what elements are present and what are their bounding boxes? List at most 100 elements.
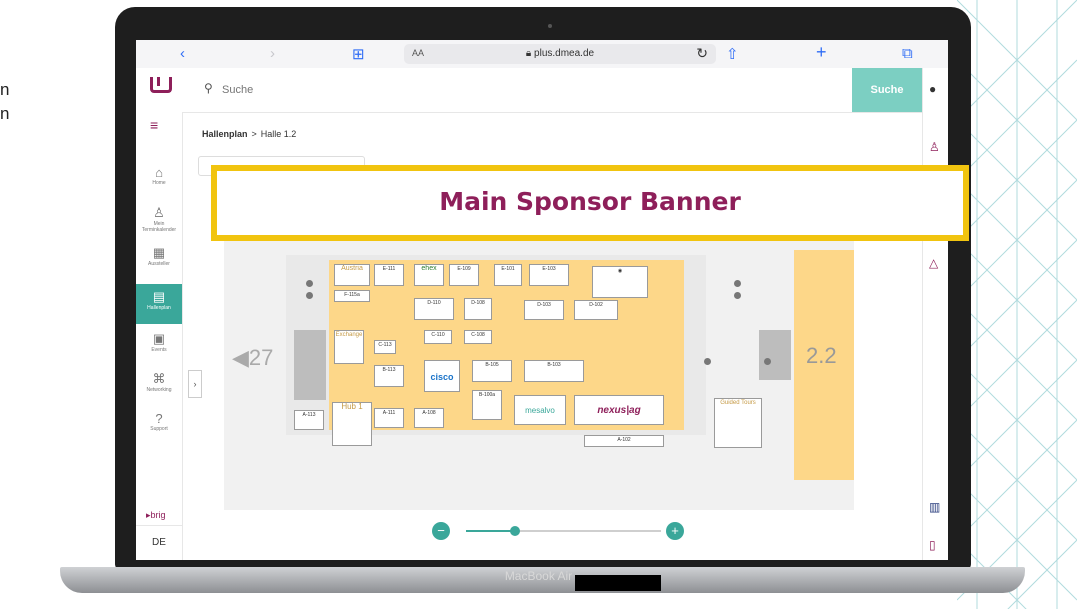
tabs-icon[interactable]: ⧉ (902, 45, 913, 62)
booth[interactable]: B-105 (472, 360, 512, 382)
exhibitor-icon: ▦ (152, 245, 166, 260)
zoom-slider-handle[interactable] (510, 526, 520, 536)
booth[interactable]: B-103 (524, 360, 584, 382)
breadcrumb-root[interactable]: Hallenplan (202, 129, 248, 139)
bell-icon[interactable]: △ (929, 256, 938, 270)
booth-ehex[interactable]: ehex (414, 264, 444, 286)
support-icon: ? (155, 411, 163, 426)
booth[interactable]: B-113 (374, 365, 404, 387)
nav-item-events[interactable]: ▣ Events (136, 326, 182, 366)
booth[interactable]: E-103 (529, 264, 569, 286)
url-label: plus.dmea.de (534, 48, 595, 59)
avatar-icon[interactable]: ● (929, 82, 936, 96)
booth-roche[interactable]: ◉ (592, 266, 648, 298)
breadcrumb-separator: > (251, 129, 257, 139)
menu-icon[interactable]: ≡ (150, 117, 158, 133)
hall-27-label: ◀27 (232, 345, 274, 370)
booth-mesalvo[interactable]: mesalvo (514, 395, 566, 425)
booth[interactable]: F-115a (334, 290, 370, 302)
nav-label: Aussteller (148, 261, 170, 267)
nav-label: Support (150, 426, 168, 432)
booth[interactable]: B-100a (472, 390, 502, 420)
brig-label: brig (150, 510, 166, 520)
facility-icon (734, 280, 741, 287)
booth[interactable]: A-102 (584, 435, 664, 447)
booth[interactable]: C-108 (464, 330, 492, 344)
booth[interactable]: C-110 (424, 330, 452, 344)
left-text-line-1: n (0, 80, 10, 99)
booth-exchange[interactable]: Exchange (334, 330, 364, 364)
booth[interactable]: D-108 (464, 298, 492, 320)
nav-label: Home (152, 180, 166, 186)
nav-item-hallplan[interactable]: ▤ Hallenplan (136, 284, 182, 324)
booth[interactable]: C-113 (374, 340, 396, 354)
search-bar: ⚲ Suche (182, 68, 922, 113)
forward-icon[interactable]: › (270, 45, 275, 62)
nav-item-exhibitors[interactable]: ▦ Aussteller (136, 240, 182, 280)
device-icon[interactable]: ▯ (929, 538, 936, 552)
zoom-slider-fill (466, 530, 516, 532)
booth-austria[interactable]: Austria (334, 264, 370, 286)
booth[interactable]: D-110 (414, 298, 454, 320)
camera (548, 24, 552, 28)
plus-icon[interactable]: + (816, 42, 827, 63)
nav-item-networking[interactable]: ⌘ Networking (136, 366, 182, 406)
browser-toolbar: ‹ › ⊞ AA 🔒︎ plus.dmea.de ↻ ⇧ + ⧉ (136, 40, 948, 69)
lock-icon: 🔒︎ (525, 48, 535, 59)
nav-item-calendar[interactable]: ♙ Mein Terminkalender (136, 200, 182, 240)
right-rail: ● ♙ ▯ △ ▥ ▯ (922, 68, 948, 560)
laptop-brand-label: MacBook Air (504, 569, 573, 583)
booth[interactable]: A-113 (294, 410, 324, 430)
book-icon[interactable]: ⊞ (352, 45, 365, 63)
grey-block (759, 330, 791, 380)
nav-label: Events (151, 347, 167, 353)
facility-icon (704, 358, 711, 365)
facility-icon (306, 292, 313, 299)
home-icon: ⌂ (155, 165, 163, 180)
laptop-notch (575, 575, 661, 591)
events-icon: ▣ (152, 331, 166, 346)
laptop-screen: ‹ › ⊞ AA 🔒︎ plus.dmea.de ↻ ⇧ + ⧉ ≡ ⌂ Hom… (136, 40, 948, 560)
language-selector[interactable]: DE (136, 525, 182, 560)
booth-guided-tours[interactable]: Guided Tours (714, 398, 762, 448)
calendar-grid-icon[interactable]: ▥ (929, 500, 940, 514)
map-icon: ▤ (152, 289, 166, 304)
reload-icon[interactable]: ↻ (696, 45, 708, 62)
search-button[interactable]: Suche (852, 68, 922, 112)
booth[interactable]: A-108 (414, 408, 444, 428)
panel-toggle-button[interactable]: › (188, 370, 202, 398)
nav-item-home[interactable]: ⌂ Home (136, 160, 182, 200)
brig-logo[interactable]: ▸brig (146, 510, 166, 521)
left-text-line-2: n (0, 104, 10, 123)
grey-block (294, 330, 326, 400)
facility-icon (734, 292, 741, 299)
booth[interactable]: D-102 (574, 300, 618, 320)
address-bar[interactable]: AA 🔒︎ plus.dmea.de ↻ (404, 44, 716, 64)
app-logo-icon[interactable] (150, 77, 172, 93)
search-input[interactable] (220, 80, 524, 100)
nav-item-support[interactable]: ? Support (136, 406, 182, 446)
booth-nexus[interactable]: nexus|ag (574, 395, 664, 425)
url-text: 🔒︎ plus.dmea.de (404, 48, 716, 59)
facility-icon (764, 358, 771, 365)
booth[interactable]: E-111 (374, 264, 404, 286)
booth-hub[interactable]: Hub 1 (332, 402, 372, 446)
booth-cisco[interactable]: cisco (424, 360, 460, 392)
booth[interactable]: A-111 (374, 408, 404, 428)
zoom-in-button[interactable]: + (666, 522, 684, 540)
booth[interactable]: D-103 (524, 300, 564, 320)
nav-label: Mein Terminkalender (141, 221, 177, 233)
networking-icon: ⌘ (152, 371, 166, 386)
booth[interactable]: E-109 (449, 264, 479, 286)
left-cropped-text: n n (0, 78, 9, 126)
background-pattern (957, 0, 1077, 609)
share-icon[interactable]: ⇧ (726, 45, 739, 63)
booth[interactable]: E-101 (494, 264, 522, 286)
zoom-out-button[interactable]: − (432, 522, 450, 540)
left-navigation: ≡ ⌂ Home ♙ Mein Terminkalender ▦ Ausstel… (136, 68, 183, 560)
main-sponsor-banner[interactable]: Main Sponsor Banner (211, 165, 969, 241)
hall-2-2-label: 2.2 (806, 343, 837, 368)
profile-icon[interactable]: ♙ (929, 140, 940, 154)
breadcrumb: Hallenplan > Halle 1.2 (202, 129, 296, 139)
back-icon[interactable]: ‹ (180, 45, 185, 62)
